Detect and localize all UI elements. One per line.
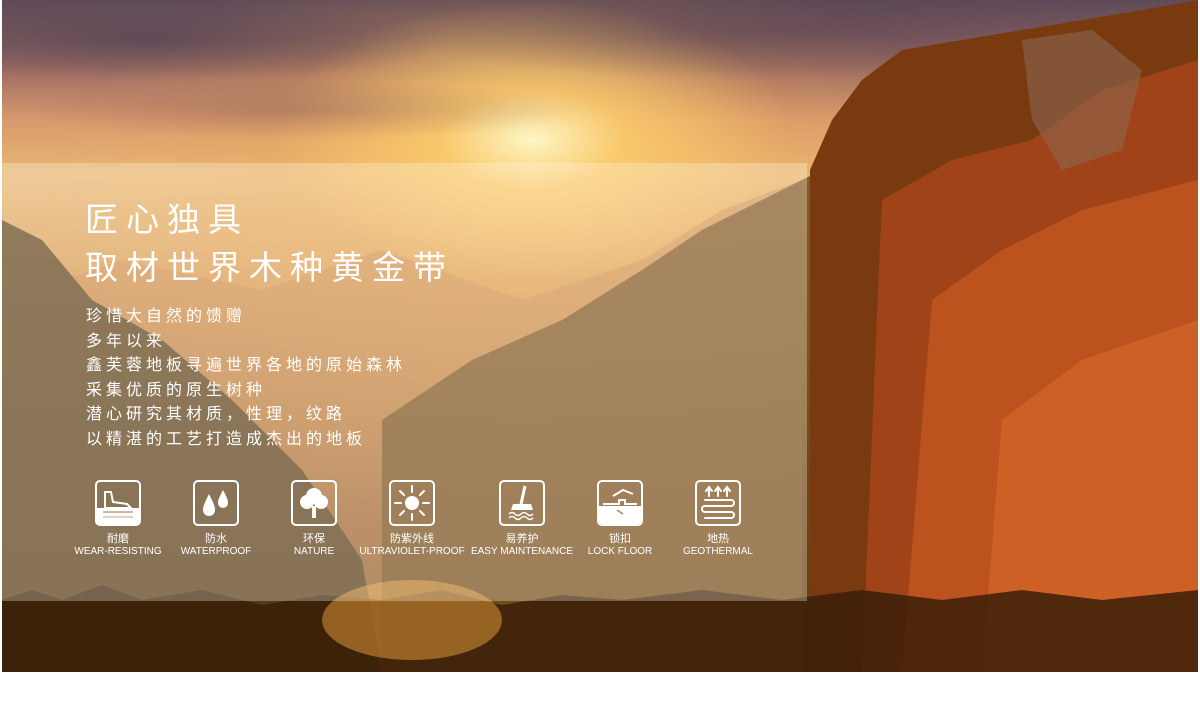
description-line: 潜心研究其材质，性理，纹路 <box>86 404 347 423</box>
feature-label-en: ULTRAVIOLET-PROOF <box>359 546 465 557</box>
feature-label-en: GEOTHERMAL <box>682 546 753 557</box>
feature-icons-row: 耐磨 WEAR-RESISTING 防水 WATERPROOF 环保 NATUR… <box>0 480 800 570</box>
headline-line-2: 取材世界木种黄金带 <box>85 248 454 287</box>
description-line: 以精湛的工艺打造成杰出的地板 <box>86 428 367 448</box>
hero-description: 珍惜大自然的馈赠 多年以来 鑫芙蓉地板寻遍世界各地的原始森林 采集优质的原生树种… <box>86 304 406 451</box>
description-line: 采集优质的原生树种 <box>86 379 267 399</box>
feature-geothermal: 地热 GEOTHERMAL <box>658 480 778 558</box>
waterproof-icon <box>193 480 239 526</box>
description-line: 珍惜大自然的馈赠 <box>86 306 247 325</box>
lock-floor-icon <box>597 480 643 526</box>
headline-line-1: 匠心独具 <box>85 200 249 239</box>
hero-headline: 匠心独具 取材世界木种黄金带 <box>85 196 454 292</box>
feature-ultraviolet-proof: 防紫外线 ULTRAVIOLET-PROOF <box>352 480 472 558</box>
wear-resisting-icon <box>95 480 141 526</box>
description-line: 多年以来 <box>86 330 167 350</box>
geothermal-icon <box>695 480 741 526</box>
nature-tree-icon <box>291 480 337 526</box>
description-line: 鑫芙蓉地板寻遍世界各地的原始森林 <box>86 355 407 374</box>
feature-label-zh: 地热 <box>707 532 729 545</box>
mop-icon <box>499 480 545 526</box>
feature-label-zh: 防紫外线 <box>390 532 434 545</box>
sun-icon <box>389 480 435 526</box>
